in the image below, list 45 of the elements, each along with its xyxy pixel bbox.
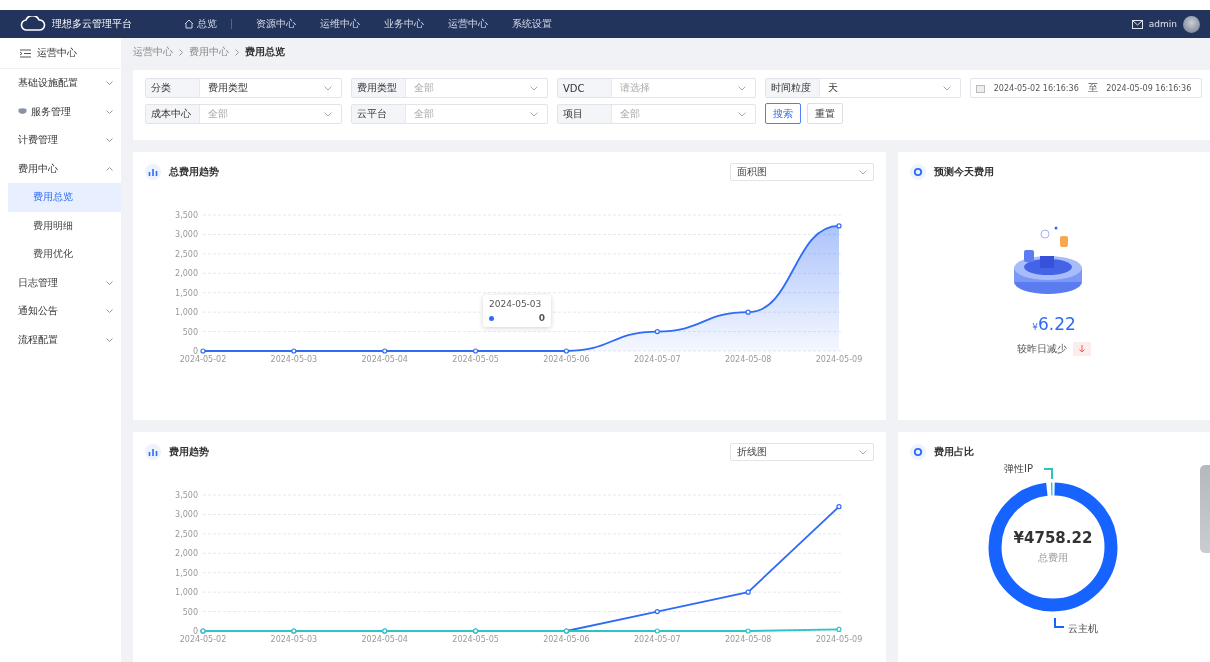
axis-label: 1,000	[175, 308, 198, 318]
axis-label: 2024-05-07	[634, 355, 681, 364]
legend-label: 弹性IP	[1004, 462, 1033, 476]
platform-name: 理想多云管理平台	[52, 17, 132, 31]
card-title: 费用趋势	[169, 445, 210, 459]
comparison-label: 较昨日减少	[1017, 342, 1067, 356]
card-title: 总费用趋势	[169, 165, 220, 179]
axis-label: 500	[182, 327, 198, 337]
axis-label: 0	[192, 347, 198, 356]
legend-label: 云主机	[1068, 622, 1098, 636]
total-label: 总费用	[1038, 551, 1068, 565]
axis-label: 2024-05-02	[179, 355, 227, 364]
total-amount: ¥4758.22	[1013, 529, 1093, 547]
chart-tooltip: 2024-05-03 0	[483, 295, 551, 327]
axis-label: 1,500	[175, 568, 198, 578]
axis-label: 2024-05-06	[543, 635, 590, 644]
axis-label: 3,000	[175, 230, 198, 240]
axis-label: 0	[192, 627, 198, 636]
axis-label: 500	[182, 607, 198, 617]
axis-label: 2024-05-02	[179, 635, 227, 644]
axis-label: 1,500	[175, 288, 198, 298]
axis-label: 2024-05-03	[270, 355, 318, 364]
axis-label: 3,000	[175, 510, 198, 520]
axis-label: 3,500	[175, 211, 198, 220]
axis-label: 2024-05-08	[724, 355, 772, 364]
axis-label: 2,000	[175, 549, 198, 559]
card-title: 费用占比	[934, 445, 975, 459]
axis-label: 2024-05-04	[361, 355, 408, 364]
axis-label: 2024-05-06	[543, 355, 590, 364]
axis-label: 2024-05-05	[452, 355, 499, 364]
axis-label: 1,000	[175, 588, 198, 598]
axis-label: 3,500	[175, 491, 198, 500]
axis-label: 2024-05-03	[270, 635, 318, 644]
axis-label: 2024-05-08	[724, 635, 772, 644]
axis-label: 2024-05-07	[634, 635, 681, 644]
axis-label: 2,000	[175, 269, 198, 279]
axis-label: 2024-05-04	[361, 635, 408, 644]
axis-label: 2,500	[175, 529, 198, 539]
axis-label: 2,500	[175, 249, 198, 259]
forecast-amount: ¥6.22	[1032, 314, 1076, 334]
axis-label: 2024-05-09	[815, 635, 863, 644]
axis-label: 2024-05-05	[452, 635, 499, 644]
sidebar-title: 运营中心	[37, 46, 77, 60]
axis-label: 2024-05-09	[815, 355, 863, 364]
card-title: 预测今天费用	[934, 165, 995, 179]
